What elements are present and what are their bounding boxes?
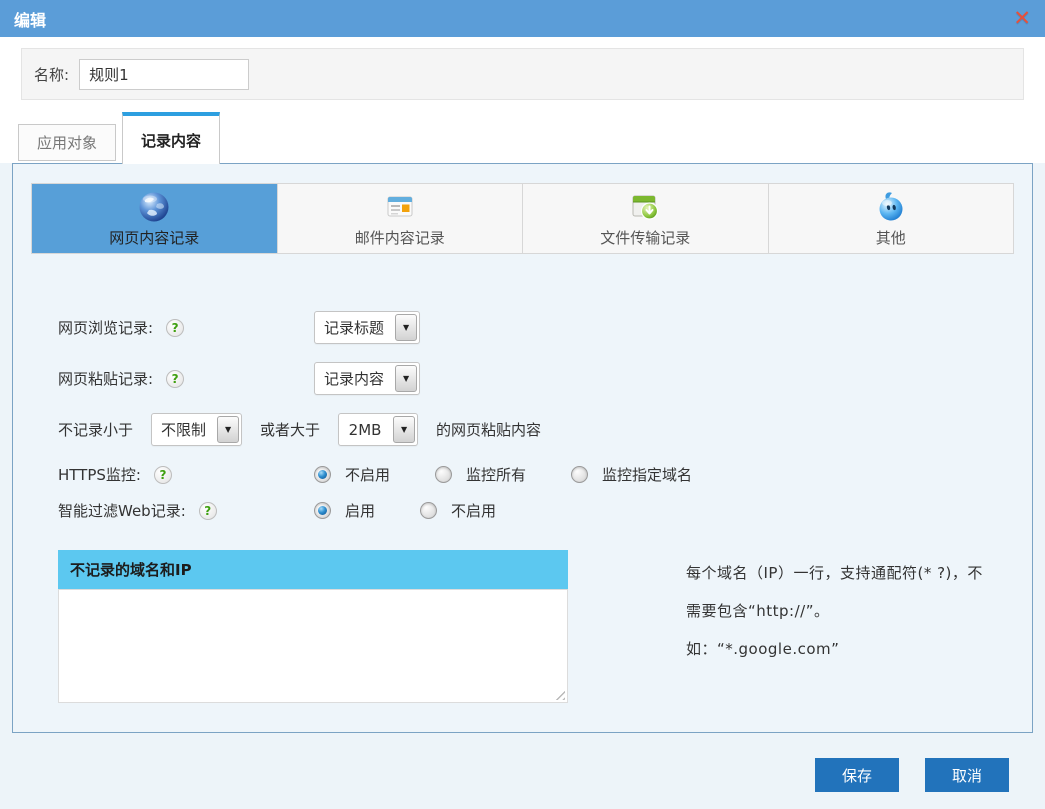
cancel-button[interactable]: 取消 (925, 758, 1009, 792)
radio-icon[interactable] (420, 502, 437, 519)
dropdown-arrow-icon[interactable]: ▼ (217, 416, 239, 443)
radio-label: 监控所有 (466, 464, 526, 485)
dropdown-arrow-icon[interactable]: ▼ (393, 416, 415, 443)
exclude-domains-textarea[interactable] (58, 589, 568, 703)
radio-label: 启用 (345, 500, 375, 521)
web-paste-selected-value: 记录内容 (315, 363, 393, 394)
radio-label: 监控指定域名 (602, 464, 692, 485)
help-icon[interactable]: ? (166, 319, 184, 337)
hint-line: 每个域名（IP）一行，支持通配符(* ?)，不 (686, 562, 1032, 583)
radio-icon[interactable] (571, 466, 588, 483)
exclude-section: 不记录的域名和IP 每个域名（IP）一行，支持通配符(* ?)，不 需要包含“h… (58, 550, 1032, 703)
web-browse-row: 网页浏览记录: ? 记录标题 ▼ (58, 311, 1032, 344)
https-monitor-row: HTTPS监控: ? 不启用 监控所有 监控指定域名 (58, 464, 1032, 485)
dialog-title: 编辑 (14, 7, 46, 31)
web-paste-row: 网页粘贴记录: ? 记录内容 ▼ (58, 362, 1032, 395)
web-browse-select[interactable]: 记录标题 ▼ (314, 311, 420, 344)
size-min-select[interactable]: 不限制 ▼ (151, 413, 242, 446)
size-filter-row: 不记录小于 不限制 ▼ 或者大于 2MB ▼ 的网页粘贴内容 (58, 413, 1032, 446)
dropdown-arrow-icon[interactable]: ▼ (395, 314, 417, 341)
subtab-label: 其他 (876, 227, 906, 248)
smart-filter-option-enable[interactable]: 启用 (314, 500, 375, 521)
subtab-label: 文件传输记录 (600, 227, 690, 248)
web-browse-label: 网页浏览记录: (58, 317, 153, 338)
subtab-other[interactable]: 其他 (769, 184, 1014, 253)
save-button[interactable]: 保存 (815, 758, 899, 792)
dropdown-arrow-icon[interactable]: ▼ (395, 365, 417, 392)
smart-filter-row: 智能过滤Web记录: ? 启用 不启用 (58, 500, 1032, 521)
name-section: 名称: (21, 48, 1024, 100)
name-label: 名称: (34, 64, 69, 85)
web-paste-label: 网页粘贴记录: (58, 368, 153, 389)
radio-label: 不启用 (451, 500, 496, 521)
size-prefix-label: 不记录小于 (58, 419, 133, 440)
radio-checked-icon[interactable] (314, 502, 331, 519)
close-icon[interactable]: ✕ (1013, 8, 1031, 29)
subtab-label: 网页内容记录 (109, 227, 199, 248)
help-icon[interactable]: ? (154, 466, 172, 484)
size-max-select[interactable]: 2MB ▼ (338, 413, 418, 446)
form-area: 网页浏览记录: ? 记录标题 ▼ 网页粘贴记录: ? 记录内容 ▼ (13, 254, 1032, 703)
size-mid-label: 或者大于 (260, 419, 320, 440)
name-input[interactable] (79, 59, 249, 90)
footer: 保存 取消 (12, 758, 1009, 792)
hint-line: 需要包含“http://”。 (686, 600, 1032, 621)
subtab-file-transfer[interactable]: 文件传输记录 (523, 184, 769, 253)
tab-apply-target[interactable]: 应用对象 (18, 124, 116, 161)
size-suffix-label: 的网页粘贴内容 (436, 419, 541, 440)
globe-icon (137, 190, 171, 224)
help-icon[interactable]: ? (166, 370, 184, 388)
radio-label: 不启用 (345, 464, 390, 485)
mail-icon (383, 190, 417, 224)
record-content-panel: 网页内容记录 邮件内容记录 (12, 163, 1033, 733)
help-icon[interactable]: ? (199, 502, 217, 520)
tab-record-content[interactable]: 记录内容 (122, 112, 220, 164)
subtab-label: 邮件内容记录 (355, 227, 445, 248)
hint-text: 每个域名（IP）一行，支持通配符(* ?)，不 需要包含“http://”。 如… (686, 550, 1032, 703)
https-option-monitor-specified[interactable]: 监控指定域名 (571, 464, 692, 485)
chat-blob-icon (874, 190, 908, 224)
web-browse-selected-value: 记录标题 (315, 312, 393, 343)
dialog-body: 网页内容记录 邮件内容记录 (0, 163, 1045, 809)
subtab-web-content[interactable]: 网页内容记录 (32, 184, 278, 253)
hint-line: 如：“*.google.com” (686, 638, 1032, 659)
record-type-subtabs: 网页内容记录 邮件内容记录 (31, 183, 1014, 254)
dialog-titlebar: 编辑 ✕ (0, 0, 1045, 37)
radio-icon[interactable] (435, 466, 452, 483)
exclude-header: 不记录的域名和IP (58, 550, 568, 589)
https-option-disable[interactable]: 不启用 (314, 464, 390, 485)
smart-filter-label: 智能过滤Web记录: (58, 500, 186, 521)
smart-filter-option-disable[interactable]: 不启用 (420, 500, 496, 521)
radio-checked-icon[interactable] (314, 466, 331, 483)
size-max-selected-value: 2MB (339, 414, 391, 445)
size-min-selected-value: 不限制 (152, 414, 215, 445)
file-transfer-icon (628, 190, 662, 224)
exclude-box: 不记录的域名和IP (58, 550, 568, 703)
https-option-monitor-all[interactable]: 监控所有 (435, 464, 526, 485)
web-paste-select[interactable]: 记录内容 ▼ (314, 362, 420, 395)
https-monitor-label: HTTPS监控: (58, 464, 141, 485)
subtab-mail-content[interactable]: 邮件内容记录 (278, 184, 524, 253)
main-tabs: 应用对象 记录内容 (18, 112, 1045, 163)
